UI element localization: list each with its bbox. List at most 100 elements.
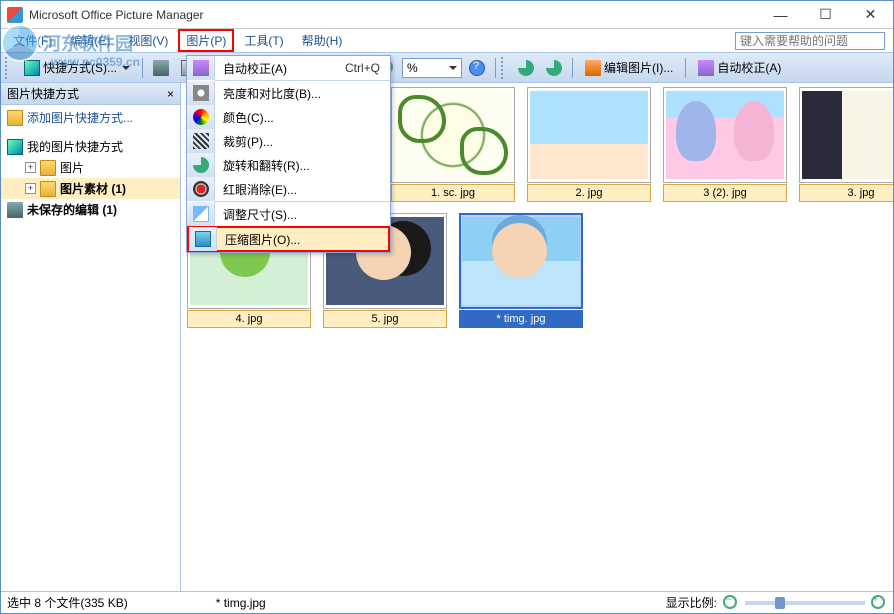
rotate-right-button[interactable] (541, 57, 567, 79)
thumbnail-frame (799, 87, 893, 183)
thumbnail-item[interactable]: 3 (2). jpg (663, 87, 787, 202)
window-title: Microsoft Office Picture Manager (29, 8, 758, 22)
sidebar-close-button[interactable]: × (167, 87, 174, 101)
menu-file[interactable]: 文件(F) (5, 29, 60, 52)
tree-item-material[interactable]: + 图片素材 (1) (1, 178, 180, 199)
maximize-button[interactable]: ☐ (803, 1, 848, 29)
zoom-slider[interactable] (745, 601, 865, 605)
thumbnail-caption: 4. jpg (187, 310, 311, 328)
expand-button[interactable]: + (25, 162, 36, 173)
save-button[interactable] (148, 57, 174, 79)
app-icon (7, 7, 23, 23)
edit-icon (585, 60, 601, 76)
zoom-label: 显示比例: (666, 594, 717, 611)
menu-crop[interactable]: 裁剪(P)... (187, 129, 390, 153)
auto-correct-label: 自动校正(A) (717, 59, 781, 76)
tree-item-label: 图片 (60, 159, 84, 176)
tree-root-label: 我的图片快捷方式 (27, 138, 123, 155)
status-bar: 选中 8 个文件(335 KB) * timg.jpg 显示比例: (1, 591, 893, 613)
toolbar-grip[interactable] (5, 57, 13, 79)
menu-help[interactable]: 帮助(H) (294, 29, 351, 52)
auto-correct-icon (698, 60, 714, 76)
shortcut-icon (7, 139, 23, 155)
slider-thumb[interactable] (775, 597, 785, 609)
toolbar-grip[interactable] (501, 57, 509, 79)
zoom-out-status-button[interactable] (723, 595, 739, 611)
menu-compress-picture[interactable]: 压缩图片(O)... (187, 226, 390, 252)
thumbnail-image (666, 91, 784, 179)
chevron-down-icon (449, 66, 457, 70)
auto-correct-button[interactable]: 自动校正(A) (691, 57, 788, 79)
save-icon (153, 60, 169, 76)
menu-edit[interactable]: 编辑(E) (62, 29, 118, 52)
shortcut-button[interactable]: 快捷方式(S)... (17, 57, 137, 79)
help-button[interactable] (464, 57, 490, 79)
menu-color[interactable]: 颜色(C)... (187, 105, 390, 129)
thumbnail-frame (459, 213, 583, 309)
menu-tools[interactable]: 工具(T) (236, 29, 291, 52)
menu-item-accel: Ctrl+Q (345, 61, 380, 75)
folder-icon (7, 110, 23, 126)
thumbnail-item[interactable]: 2. jpg (527, 87, 651, 202)
rotate-left-icon (518, 60, 534, 76)
crop-icon (193, 133, 209, 149)
menu-brightness-contrast[interactable]: 亮度和对比度(B)... (187, 81, 390, 105)
sidebar-title: 图片快捷方式 (7, 85, 79, 102)
menu-item-label: 红眼消除(E)... (215, 181, 380, 198)
menu-item-label: 调整尺寸(S)... (215, 206, 380, 223)
add-shortcut-link[interactable]: 添加图片快捷方式... (1, 105, 180, 130)
thumbnail-image (462, 217, 580, 305)
menu-bar: 文件(F) 编辑(E) 视图(V) 图片(P) 工具(T) 帮助(H) (1, 29, 893, 53)
brightness-icon (193, 85, 209, 101)
thumbnail-image (530, 91, 648, 179)
thumbnail-caption: 3 (2). jpg (663, 184, 787, 202)
tree-item-label: 图片素材 (1) (60, 182, 126, 196)
disk-icon (7, 202, 23, 218)
rotate-left-button[interactable] (513, 57, 539, 79)
zoom-in-status-button[interactable] (871, 595, 887, 611)
menu-item-label: 自动校正(A) (215, 60, 345, 77)
menu-item-label: 亮度和对比度(B)... (215, 85, 380, 102)
thumbnail-frame (391, 87, 515, 183)
folder-icon (40, 181, 56, 197)
help-search-input[interactable] (735, 32, 885, 50)
menu-item-label: 旋转和翻转(R)... (215, 157, 380, 174)
menu-red-eye[interactable]: 红眼消除(E)... (187, 177, 390, 201)
thumbnail-caption: 5. jpg (323, 310, 447, 328)
menu-resize[interactable]: 调整尺寸(S)... (187, 202, 390, 226)
separator (685, 58, 686, 78)
menu-item-label: 裁剪(P)... (215, 133, 380, 150)
thumbnail-item[interactable]: 1. sc. jpg (391, 87, 515, 202)
tree-unsaved[interactable]: 未保存的编辑 (1) (1, 199, 180, 220)
thumbnail-item[interactable]: * timg. jpg (459, 213, 583, 328)
expand-button[interactable]: + (25, 183, 36, 194)
separator (142, 58, 143, 78)
thumbnail-caption: * timg. jpg (459, 310, 583, 328)
menu-picture[interactable]: 图片(P) (178, 29, 234, 52)
menu-auto-correct[interactable]: 自动校正(A) Ctrl+Q (187, 56, 390, 80)
help-search-box[interactable] (735, 32, 885, 50)
title-bar: Microsoft Office Picture Manager — ☐ ✕ (1, 1, 893, 29)
close-button[interactable]: ✕ (848, 1, 893, 29)
thumbnail-frame (527, 87, 651, 183)
menu-rotate-flip[interactable]: 旋转和翻转(R)... (187, 153, 390, 177)
shortcut-icon (24, 60, 40, 76)
thumbnail-frame (663, 87, 787, 183)
tree-item-pictures[interactable]: + 图片 (1, 157, 180, 178)
thumbnail-item[interactable]: 3. jpg (799, 87, 893, 202)
tree-root[interactable]: 我的图片快捷方式 (1, 136, 180, 157)
rotate-right-icon (546, 60, 562, 76)
minimize-button[interactable]: — (758, 1, 803, 29)
thumbnail-image (802, 91, 893, 179)
color-icon (193, 109, 209, 125)
add-shortcut-label: 添加图片快捷方式... (27, 109, 133, 126)
zoom-combo[interactable]: % (402, 58, 462, 78)
edit-picture-button[interactable]: 编辑图片(I)... (578, 57, 680, 79)
compress-icon (195, 231, 211, 247)
menu-view[interactable]: 视图(V) (120, 29, 176, 52)
picture-menu-dropdown: 自动校正(A) Ctrl+Q 亮度和对比度(B)... 颜色(C)... 裁剪(… (186, 55, 391, 253)
status-right: 显示比例: (666, 594, 887, 611)
shortcut-tree: 我的图片快捷方式 + 图片 + 图片素材 (1) 未保存的编辑 (1) (1, 136, 180, 220)
resize-icon (193, 206, 209, 222)
folder-icon (40, 160, 56, 176)
